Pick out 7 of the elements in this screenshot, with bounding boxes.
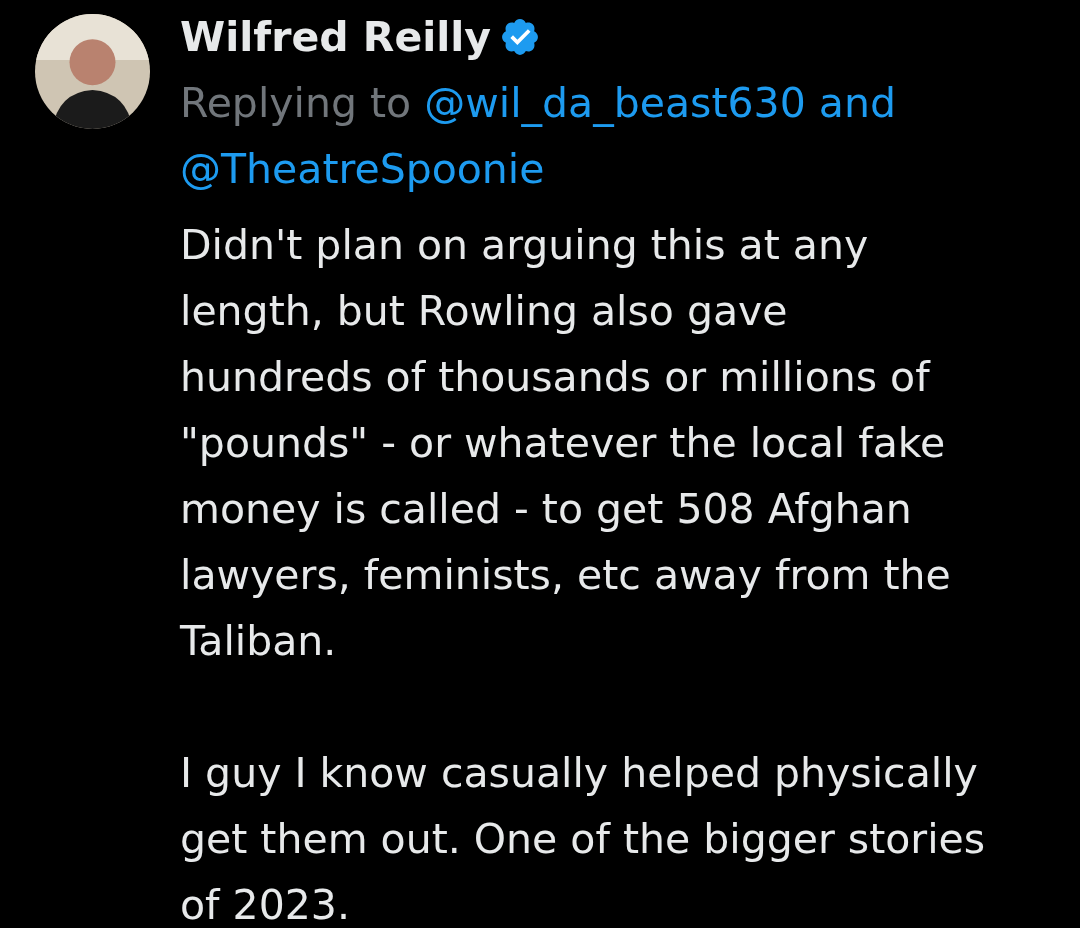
mention-link[interactable]: @wil_da_beast630: [424, 79, 806, 127]
mention-link[interactable]: @TheatreSpoonie: [180, 145, 545, 193]
tweet-paragraph: I guy I know casually helped physically get them out. One of the bigger stories of 2023.: [180, 748, 986, 928]
author-name[interactable]: Wilfred Reilly: [180, 4, 492, 70]
reply-label: Replying to: [180, 79, 412, 127]
reply-joiner: and: [818, 79, 896, 127]
tweet-paragraph: Didn't plan on arguing this at any length, but Rowling also gave hundreds of thousands or millions of "pounds" - or whatever the local fake money is called - to get 508 Afghan lawyers, feminists, etc away from the Taliban.: [180, 220, 952, 667]
